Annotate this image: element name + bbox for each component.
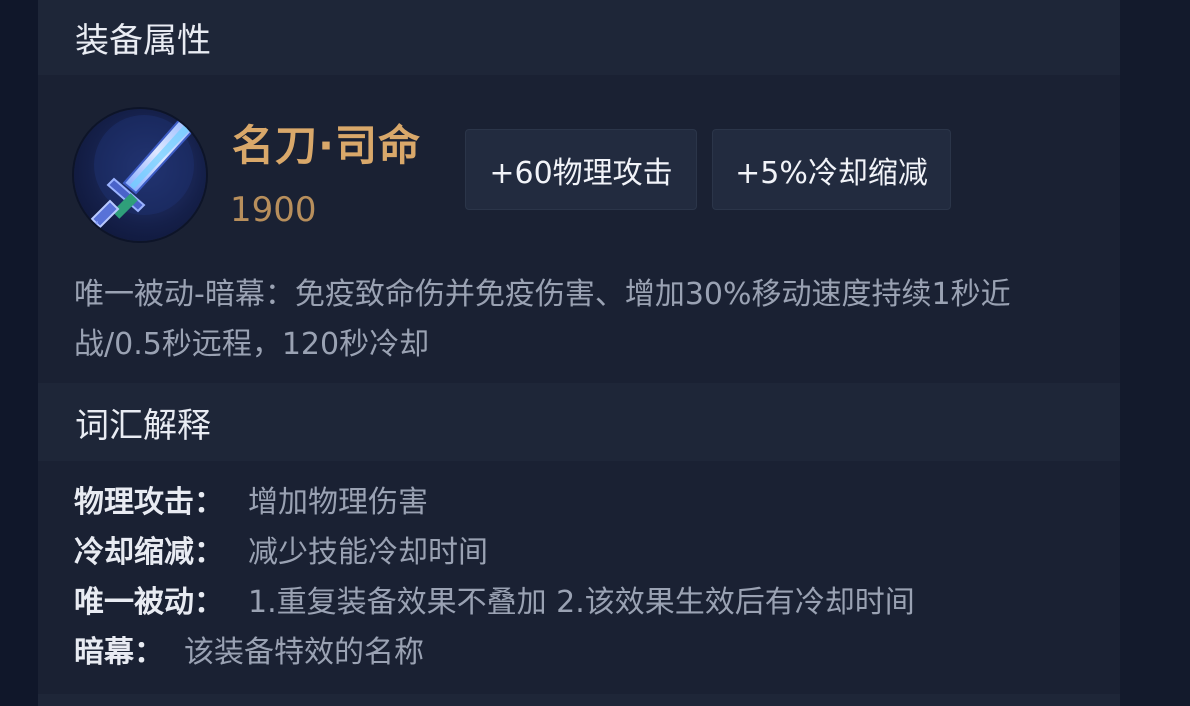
glossary-section-title: 词汇解释 — [75, 405, 211, 446]
glossary-term: 冷却缩减： — [74, 535, 224, 570]
glossary-row: 暗幕： 该装备特效的名称 — [74, 628, 1104, 678]
right-edge-strip — [1120, 0, 1190, 706]
stat-tag-cooldown-reduction: +5%冷却缩减 — [712, 129, 951, 210]
glossary-definition: 增加物理伤害 — [248, 485, 428, 520]
glossary-section-header: 词汇解释 — [38, 383, 1120, 461]
glossary-row: 物理攻击： 增加物理伤害 — [74, 478, 1104, 528]
glossary-term: 暗幕： — [74, 635, 164, 670]
glossary-definition: 减少技能冷却时间 — [248, 535, 488, 570]
sword-icon — [74, 109, 206, 241]
bottom-section-edge — [38, 694, 1120, 706]
glossary-list: 物理攻击： 增加物理伤害 冷却缩减： 减少技能冷却时间 唯一被动： 1.重复装备… — [74, 478, 1104, 678]
passive-description: 唯一被动-暗幕：免疫致命伤并免疫伤害、增加30%移动速度持续1秒近 战/0.5秒… — [74, 270, 1104, 370]
attributes-section-title: 装备属性 — [75, 21, 211, 61]
left-edge-strip — [0, 0, 39, 706]
stat-tag-physical-attack: +60物理攻击 — [465, 129, 697, 210]
attributes-section-header: 装备属性 — [38, 0, 1120, 75]
glossary-row: 唯一被动： 1.重复装备效果不叠加 2.该效果生效后有冷却时间 — [74, 578, 1104, 628]
passive-description-line: 唯一被动-暗幕：免疫致命伤并免疫伤害、增加30%移动速度持续1秒近 — [74, 277, 1011, 312]
item-name: 名刀·司命 — [232, 121, 421, 170]
glossary-definition: 1.重复装备效果不叠加 2.该效果生效后有冷却时间 — [248, 585, 915, 620]
item-price: 1900 — [230, 190, 317, 230]
passive-description-line: 战/0.5秒远程，120秒冷却 — [74, 327, 430, 362]
glossary-term: 物理攻击： — [74, 485, 224, 520]
glossary-definition: 该装备特效的名称 — [184, 635, 424, 670]
glossary-row: 冷却缩减： 减少技能冷却时间 — [74, 528, 1104, 578]
glossary-term: 唯一被动： — [74, 585, 224, 620]
